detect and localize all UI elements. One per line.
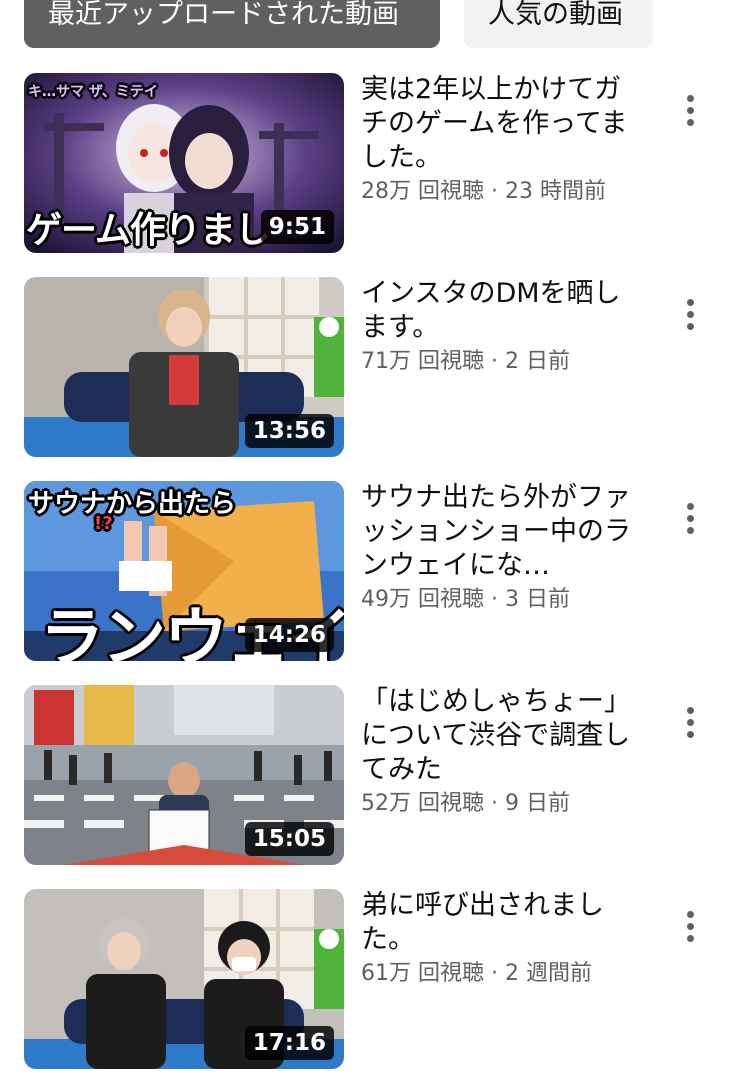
video-item[interactable]: 17:16 弟に呼び出されました。 61万 回視聴 · 2 週間前 xyxy=(24,889,726,1069)
video-duration: 9:51 xyxy=(260,210,334,244)
video-thumbnail[interactable]: 17:16 xyxy=(24,889,344,1069)
video-duration: 14:26 xyxy=(244,618,334,652)
thumbnail-exclamation: !? xyxy=(94,513,113,534)
video-meta: 52万 回視聴 · 9 日前 xyxy=(361,791,570,816)
chip-recent-uploads[interactable]: 最近アップロードされた動画 xyxy=(24,0,440,48)
more-vert-icon[interactable] xyxy=(682,911,698,947)
video-title[interactable]: インスタのDMを晒します。 xyxy=(361,277,643,345)
video-title[interactable]: サウナ出たら外がファッションショー中のランウェイにな… xyxy=(361,481,643,583)
more-vert-icon[interactable] xyxy=(682,299,698,335)
video-title[interactable]: 「はじめしゃちょー」について渋谷で調査してみた xyxy=(361,685,643,787)
video-thumbnail[interactable]: 15:05 xyxy=(24,685,344,865)
video-item[interactable]: サウナから出たら !? ランウェイ 14:26 サウナ出たら外がファッションショ… xyxy=(24,481,726,661)
video-info: 弟に呼び出されました。 61万 回視聴 · 2 週間前 xyxy=(361,889,643,991)
video-meta: 28万 回視聴 · 23 時間前 xyxy=(361,179,606,204)
more-vert-icon[interactable] xyxy=(682,503,698,539)
thumbnail-top-text: キ…サマ ザ、ミテイ xyxy=(28,84,158,100)
video-meta: 49万 回視聴 · 3 日前 xyxy=(361,587,570,612)
chip-popular[interactable]: 人気の動画 xyxy=(464,0,653,48)
video-duration: 15:05 xyxy=(244,822,334,856)
thumbnail-caption-top: サウナから出たら xyxy=(28,489,237,519)
video-info: インスタのDMを晒します。 71万 回視聴 · 2 日前 xyxy=(361,277,643,379)
video-title[interactable]: 弟に呼び出されました。 xyxy=(361,889,643,957)
video-title[interactable]: 実は2年以上かけてガチのゲームを作ってました。 xyxy=(361,73,643,175)
video-item[interactable]: 15:05 「はじめしゃちょー」について渋谷で調査してみた 52万 回視聴 · … xyxy=(24,685,726,865)
video-meta: 71万 回視聴 · 2 日前 xyxy=(361,349,570,374)
video-info: 「はじめしゃちょー」について渋谷で調査してみた 52万 回視聴 · 9 日前 xyxy=(361,685,643,821)
video-item[interactable]: キ…サマ ザ、ミテイ ゲーム作りまし 9:51 実は2年以上かけてガチのゲームを… xyxy=(24,73,726,253)
more-vert-icon[interactable] xyxy=(682,95,698,131)
video-meta: 61万 回視聴 · 2 週間前 xyxy=(361,961,592,986)
video-item[interactable]: 13:56 インスタのDMを晒します。 71万 回視聴 · 2 日前 xyxy=(24,277,726,457)
video-thumbnail[interactable]: 13:56 xyxy=(24,277,344,457)
thumbnail-caption: ゲーム作りまし xyxy=(26,210,271,251)
video-duration: 17:16 xyxy=(244,1026,334,1060)
video-thumbnail[interactable]: キ…サマ ザ、ミテイ ゲーム作りまし 9:51 xyxy=(24,73,344,253)
video-thumbnail[interactable]: サウナから出たら !? ランウェイ 14:26 xyxy=(24,481,344,661)
video-info: 実は2年以上かけてガチのゲームを作ってました。 28万 回視聴 · 23 時間前 xyxy=(361,73,643,209)
more-vert-icon[interactable] xyxy=(682,707,698,743)
video-info: サウナ出たら外がファッションショー中のランウェイにな… 49万 回視聴 · 3 … xyxy=(361,481,643,617)
video-duration: 13:56 xyxy=(244,414,334,448)
